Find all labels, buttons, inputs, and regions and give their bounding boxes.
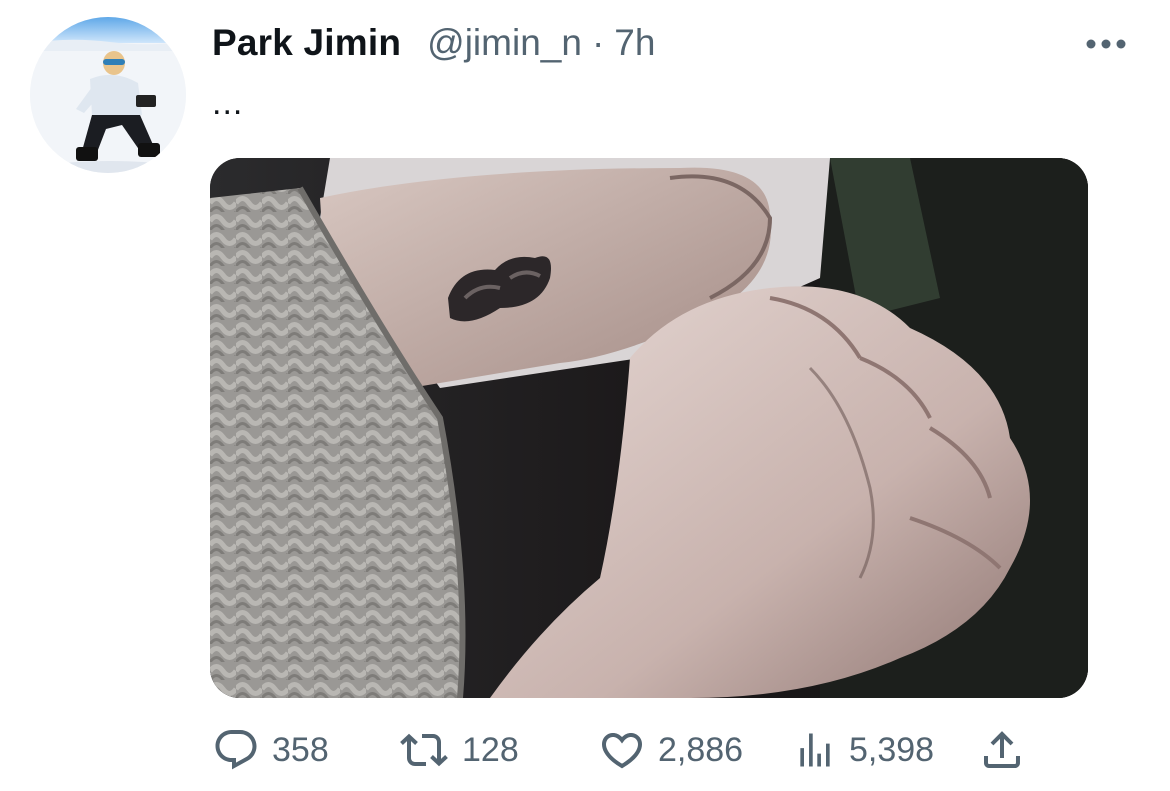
views-count: 5,398 bbox=[849, 730, 935, 769]
more-options-button[interactable] bbox=[1084, 30, 1128, 58]
reply-icon bbox=[212, 726, 260, 774]
more-horizontal-icon bbox=[1086, 39, 1126, 49]
retweet-count: 128 bbox=[462, 730, 519, 769]
author-display-name[interactable]: Park Jimin bbox=[212, 22, 401, 64]
views-button[interactable]: 5,398 bbox=[793, 722, 934, 778]
tweet-header: Park Jimin @jimin_n · 7h bbox=[212, 22, 655, 68]
separator-dot: · bbox=[591, 22, 605, 63]
photo-hands-tattoo bbox=[210, 158, 1088, 698]
tweet-timestamp[interactable]: 7h bbox=[614, 22, 655, 64]
tweet-text: ... bbox=[212, 84, 244, 122]
retweet-icon bbox=[398, 726, 450, 774]
like-count: 2,886 bbox=[658, 730, 744, 769]
tweet-action-bar: 358 128 2,886 5,398 bbox=[0, 722, 1170, 778]
profile-photo bbox=[30, 17, 186, 173]
heart-icon bbox=[598, 726, 646, 774]
like-button[interactable]: 2,886 bbox=[598, 722, 743, 778]
tweet-media-photo[interactable] bbox=[210, 158, 1088, 698]
share-button[interactable] bbox=[978, 722, 1026, 778]
avatar[interactable] bbox=[30, 17, 186, 173]
reply-button[interactable]: 358 bbox=[212, 722, 329, 778]
share-icon bbox=[978, 726, 1026, 774]
retweet-button[interactable]: 128 bbox=[398, 722, 519, 778]
author-handle[interactable]: @jimin_n bbox=[427, 22, 582, 64]
views-icon bbox=[793, 726, 837, 774]
reply-count: 358 bbox=[272, 730, 329, 769]
